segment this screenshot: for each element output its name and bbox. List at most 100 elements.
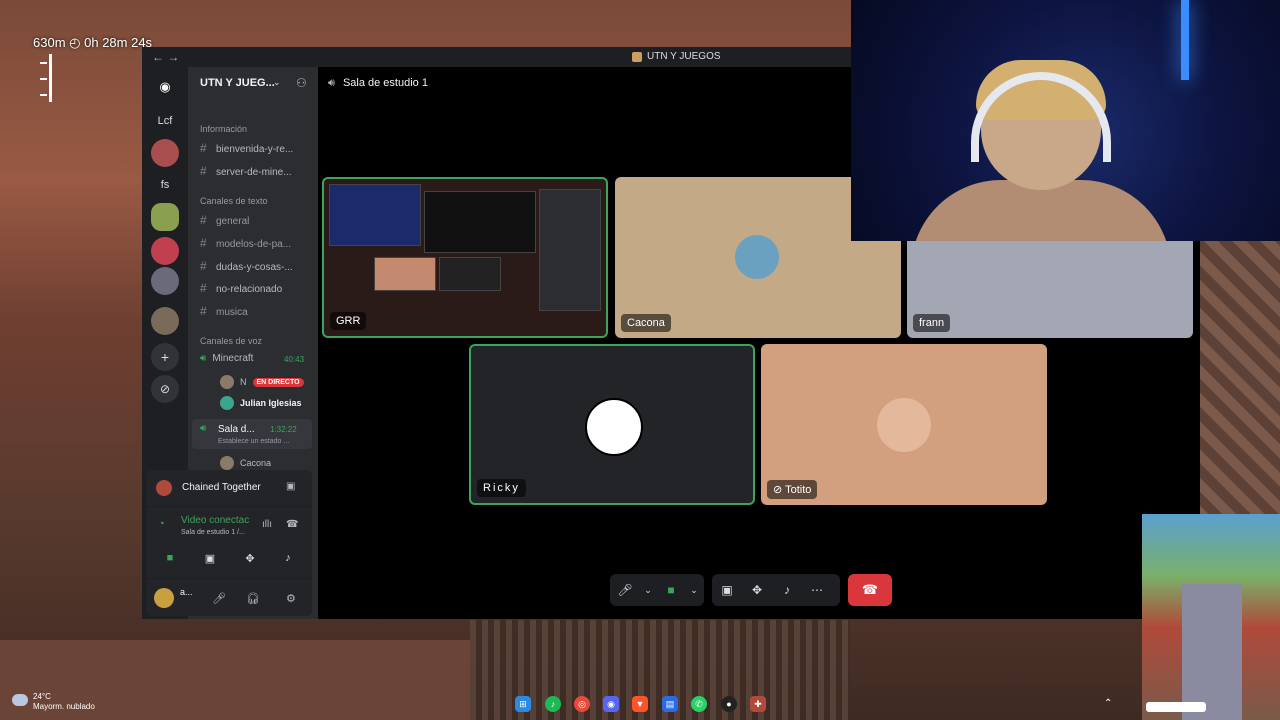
avatar [220,456,234,470]
signal-icon: ◔ [158,518,165,530]
channel-general[interactable]: # general [200,213,249,227]
video-tile-totito[interactable]: ⊘ Totito [761,344,1047,505]
headphones-icon[interactable]: 🎧︎ [246,592,260,605]
screen-share-icon[interactable]: ▣ [196,548,224,568]
guild-label: Lcf [157,115,173,127]
server-name[interactable]: UTN Y JUEG... [200,77,275,89]
category-text[interactable]: Canales de texto [200,196,268,206]
soundboard-icon[interactable]: ♪ [772,574,802,606]
obs-icon[interactable]: ● [721,696,737,712]
soundboard-icon[interactable]: ♪ [274,548,302,568]
channel-modelos[interactable]: # modelos-de-pa... [200,236,291,250]
guild-fs[interactable]: fs [151,171,179,199]
guild-label: fs [160,179,170,191]
screen-share-icon[interactable]: ▣ [712,574,742,606]
stream-preview [329,184,421,246]
hud-distance: 630m [33,35,66,50]
guild-folder[interactable] [151,267,179,295]
voice-channel-sala[interactable]: 🔊︎ Sala d... 1:32:22 Establece un estado… [192,419,312,449]
speaker-icon: 🔊︎ [328,77,335,89]
hash-icon: # [200,141,207,155]
game-icon[interactable]: ✚ [750,696,766,712]
tile-label: Ricky [477,479,526,497]
guild-avatar[interactable] [151,203,179,231]
speaker-icon: 🔊︎ [200,353,207,364]
chrome-icon[interactable]: ◎ [574,696,590,712]
category-info[interactable]: Información [200,124,247,134]
mic-icon[interactable]: 🎤︎ [610,574,640,606]
chevron-up-icon[interactable]: ⌃ [1104,698,1112,709]
channel-no-relacionado[interactable]: # no-relacionado [200,281,282,295]
guild-avatar[interactable] [151,139,179,167]
guild-lcf[interactable]: Lcf [151,107,179,135]
hud-tick [40,78,47,80]
disconnect-icon[interactable]: ☎ [286,519,298,530]
voice-user[interactable]: Cacona [220,456,271,470]
more-icon[interactable]: ⋯ [802,574,832,606]
background-light [1181,0,1189,80]
video-tile-grr[interactable]: GRR [322,177,608,338]
stopwatch-icon: ◴ [69,35,81,50]
channel-label: server-de-mine... [216,167,292,178]
back-forward-icon[interactable]: ← → [152,50,179,64]
user-name: Cacona [240,458,272,468]
voice-location[interactable]: Sala de estudio 1 /... [181,529,245,536]
spotify-icon[interactable]: ♪ [545,696,561,712]
user-area: a... 🎤︎ 🎧︎ ⚙ [146,578,312,617]
voice-timer: 40:43 [284,355,305,364]
discord-icon[interactable]: ◉ [151,73,179,101]
voice-status[interactable]: Video conectac [181,515,249,526]
channel-dudas[interactable]: # dudas-y-cosas-... [200,259,293,273]
channel-musica[interactable]: # musica [200,304,248,318]
hash-icon: # [200,236,207,250]
activity-icon[interactable]: ✥ [236,548,264,568]
game-hud: 630m ◴ 0h 28m 24s [33,35,152,51]
add-member-icon[interactable]: ⚇ [296,76,307,90]
activity-bar[interactable]: Chained Together ▣ [146,470,312,507]
mic-icon[interactable]: 🎤︎ [212,592,226,605]
guild-folder[interactable] [151,307,179,335]
weather-temp: 24°C [33,692,51,701]
tile-label: GRR [330,312,367,330]
avatar [220,375,234,389]
voice-user[interactable]: N EN DIRECTO [220,375,304,389]
add-server-icon[interactable]: + [151,343,179,371]
voice-user[interactable]: Julian Iglesias [220,396,302,410]
hud-tick [40,62,47,64]
window-title: UTN Y JUEGOS [647,51,721,62]
hud-tick [40,94,47,96]
stream-preview [424,191,536,253]
discord-icon[interactable]: ◉ [603,696,619,712]
user-name[interactable]: a... [180,587,193,597]
voice-channel-minecraft[interactable]: 🔊︎ Minecraft [200,353,253,364]
hash-icon: # [200,164,207,178]
video-icon[interactable]: ■ [656,574,686,606]
channel-bienvenida[interactable]: # bienvenida-y-re... [200,141,293,155]
activity-icon[interactable]: ✥ [742,574,772,606]
cloud-icon [12,694,28,706]
gear-icon[interactable]: ⚙ [286,592,296,605]
channel-label: bienvenida-y-re... [216,144,294,155]
voice-timer: 1:32:22 [270,425,297,434]
start-icon[interactable]: ⊞ [515,696,531,712]
noise-icon[interactable]: ıllı [262,519,272,530]
app-icon[interactable]: ▤ [662,696,678,712]
screen-share-icon[interactable]: ▣ [286,481,295,492]
hash-icon: # [200,259,207,273]
category-voice[interactable]: Canales de voz [200,336,262,346]
chevron-down-icon[interactable]: ⌄ [640,574,656,606]
explore-icon[interactable]: ⊘ [151,375,179,403]
hangup-icon[interactable]: ☎ [848,574,892,606]
tile-label: ⊘ Totito [767,480,818,499]
chevron-down-icon[interactable]: ⌄ [273,77,281,88]
video-icon[interactable]: ■ [156,548,184,568]
live-badge: EN DIRECTO [252,377,304,387]
whatsapp-icon[interactable]: ✆ [691,696,707,712]
video-tile-ricky[interactable]: Ricky [469,344,755,505]
channel-server-de-mine[interactable]: # server-de-mine... [200,164,292,178]
guild-avatar[interactable] [151,237,179,265]
avatar[interactable] [154,588,174,608]
stream-preview [539,189,601,311]
brave-icon[interactable]: ▼ [632,696,648,712]
chevron-down-icon[interactable]: ⌄ [686,574,702,606]
